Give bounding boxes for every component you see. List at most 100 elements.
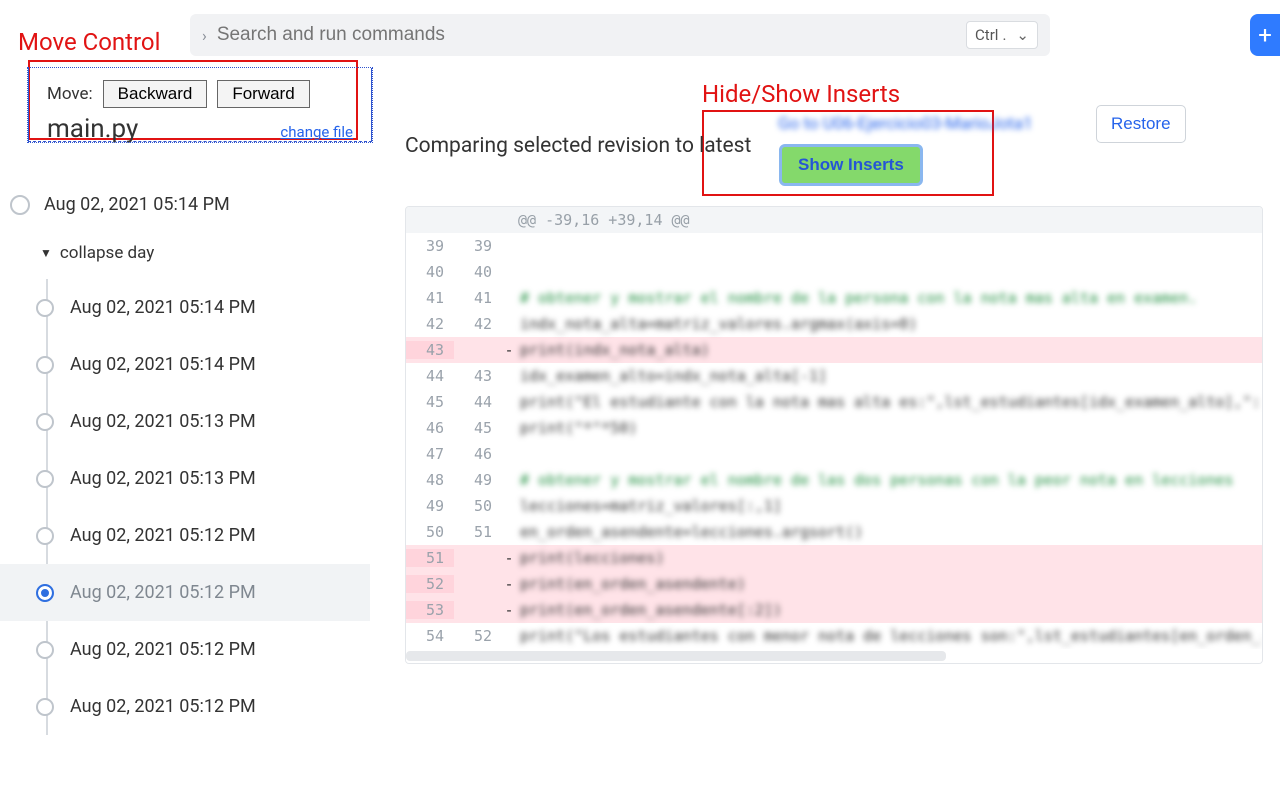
add-button[interactable]: + xyxy=(1250,14,1280,56)
diff-line: 5051 en_orden_asendente=lecciones.argsort… xyxy=(406,519,1262,545)
diff-code: # obtener y mostrar el nombre de la pers… xyxy=(516,289,1262,307)
diff-line: 4141 # obtener y mostrar el nombre de la … xyxy=(406,285,1262,311)
move-label: Move: xyxy=(47,84,93,104)
revision-item[interactable]: Aug 02, 2021 05:14 PM xyxy=(0,336,370,393)
line-number-old: 51 xyxy=(406,549,454,567)
revision-dot-icon xyxy=(36,527,54,545)
command-bar: › Ctrl . ⌄ xyxy=(190,14,1050,56)
diff-code: print(en_orden_asendente) xyxy=(516,575,1262,593)
diff-sign: - xyxy=(502,575,516,593)
diff-code: print("*"*50) xyxy=(516,419,1262,437)
annotation-label: Hide/Show Inserts xyxy=(702,80,900,108)
collapse-day-toggle[interactable]: ▼ collapse day xyxy=(0,233,370,279)
chevron-right-icon: › xyxy=(202,26,207,45)
change-file-link[interactable]: change file xyxy=(280,123,353,141)
diff-code: print("Los estudiantes con menor nota de… xyxy=(516,627,1262,645)
diff-line: 4950 lecciones=matriz_valores[:,1] xyxy=(406,493,1262,519)
revision-item[interactable]: Aug 02, 2021 05:14 PM xyxy=(0,279,370,336)
line-number-old: 50 xyxy=(406,523,454,541)
line-number-old: 54 xyxy=(406,627,454,645)
diff-sign: - xyxy=(502,549,516,567)
move-backward-button[interactable]: Backward xyxy=(103,80,208,108)
line-number-old: 47 xyxy=(406,445,454,463)
restore-button[interactable]: Restore xyxy=(1096,105,1186,143)
diff-code: print(lecciones) xyxy=(516,549,1262,567)
hunk-text: @@ -39,16 +39,14 @@ xyxy=(514,211,1262,229)
revision-label: Aug 02, 2021 05:12 PM xyxy=(70,525,256,546)
revision-dot-icon xyxy=(36,413,54,431)
move-control-panel: Move: Backward Forward main.py change fi… xyxy=(28,68,372,142)
diff-hunk-header: @@ -39,16 +39,14 @@ xyxy=(406,207,1262,233)
revision-list: Aug 02, 2021 05:14 PMAug 02, 2021 05:14 … xyxy=(0,279,370,735)
revision-dot-icon xyxy=(36,584,54,602)
triangle-down-icon: ▼ xyxy=(40,246,52,260)
diff-line: 3939 xyxy=(406,233,1262,259)
shortcut-key: Ctrl xyxy=(975,26,998,44)
command-search-input[interactable] xyxy=(217,24,956,46)
diff-code: en_orden_asendente=lecciones.argsort() xyxy=(516,523,1262,541)
line-number-new: 46 xyxy=(454,445,502,463)
revision-item[interactable]: Aug 02, 2021 05:12 PM xyxy=(0,621,370,678)
line-number-old: 49 xyxy=(406,497,454,515)
move-forward-button[interactable]: Forward xyxy=(217,80,309,108)
goto-link[interactable]: Go to U06-Ejercicio03-MarioJota1 xyxy=(778,114,1033,134)
shortcut-key: . xyxy=(1002,26,1006,44)
line-number-new: 52 xyxy=(454,627,502,645)
revision-item[interactable]: Aug 02, 2021 05:12 PM xyxy=(0,507,370,564)
plus-icon: + xyxy=(1258,21,1272,49)
diff-line: 4746 xyxy=(406,441,1262,467)
line-number-new: 49 xyxy=(454,471,502,489)
timeline-head[interactable]: Aug 02, 2021 05:14 PM xyxy=(0,188,370,233)
diff-view: @@ -39,16 +39,14 @@ 393940404141# obtene… xyxy=(405,206,1263,664)
line-number-old: 40 xyxy=(406,263,454,281)
diff-code: idx_examen_alto=indx_nota_alta[-1] xyxy=(516,367,1262,385)
line-number-new: 45 xyxy=(454,419,502,437)
scrollbar-thumb[interactable] xyxy=(406,651,946,661)
revision-dot-icon xyxy=(36,356,54,374)
horizontal-scrollbar[interactable] xyxy=(406,649,1262,663)
diff-code: print(en_orden_asendente[:2]) xyxy=(516,601,1262,619)
timeline-head-label: Aug 02, 2021 05:14 PM xyxy=(44,194,230,215)
collapse-label: collapse day xyxy=(60,243,154,263)
revision-label: Aug 02, 2021 05:13 PM xyxy=(70,468,256,489)
diff-sign: - xyxy=(502,601,516,619)
line-number-new: 42 xyxy=(454,315,502,333)
line-number-new: 50 xyxy=(454,497,502,515)
revision-dot-icon xyxy=(36,641,54,659)
revision-dot-icon xyxy=(36,698,54,716)
annotation-label: Move Control xyxy=(18,28,160,56)
revision-item[interactable]: Aug 02, 2021 05:12 PM xyxy=(0,678,370,735)
line-number-new: 39 xyxy=(454,237,502,255)
line-number-old: 44 xyxy=(406,367,454,385)
diff-line: 43-print(indx_nota_alta) xyxy=(406,337,1262,363)
diff-sign: - xyxy=(502,341,516,359)
revision-label: Aug 02, 2021 05:12 PM xyxy=(70,582,256,603)
line-number-new: 51 xyxy=(454,523,502,541)
line-number-old: 53 xyxy=(406,601,454,619)
diff-code: lecciones=matriz_valores[:,1] xyxy=(516,497,1262,515)
line-number-old: 41 xyxy=(406,289,454,307)
line-number-old: 42 xyxy=(406,315,454,333)
revision-dot-icon xyxy=(36,470,54,488)
line-number-old: 45 xyxy=(406,393,454,411)
filename-label: main.py xyxy=(47,114,138,144)
revision-item[interactable]: Aug 02, 2021 05:12 PM xyxy=(0,564,370,621)
line-number-new: 43 xyxy=(454,367,502,385)
diff-line: 4443 idx_examen_alto=indx_nota_alta[-1] xyxy=(406,363,1262,389)
revision-item[interactable]: Aug 02, 2021 05:13 PM xyxy=(0,393,370,450)
chevron-down-icon: ⌄ xyxy=(1016,26,1029,44)
revision-label: Aug 02, 2021 05:12 PM xyxy=(70,639,256,660)
line-number-old: 43 xyxy=(406,341,454,359)
line-number-old: 39 xyxy=(406,237,454,255)
diff-code: print("El estudiante con la nota mas alt… xyxy=(516,393,1262,411)
diff-line: 51 -print(lecciones) xyxy=(406,545,1262,571)
line-number-new: 41 xyxy=(454,289,502,307)
diff-line: 4849# obtener y mostrar el nombre de las… xyxy=(406,467,1262,493)
revision-label: Aug 02, 2021 05:12 PM xyxy=(70,696,256,717)
shortcut-hint[interactable]: Ctrl . ⌄ xyxy=(966,21,1038,49)
line-number-new: 44 xyxy=(454,393,502,411)
diff-line: 4544 print("El estudiante con la nota mas… xyxy=(406,389,1262,415)
diff-code: indx_nota_alta=matriz_valores.argmax(axi… xyxy=(516,315,1262,333)
revision-item[interactable]: Aug 02, 2021 05:13 PM xyxy=(0,450,370,507)
show-inserts-button[interactable]: Show Inserts xyxy=(779,144,923,186)
